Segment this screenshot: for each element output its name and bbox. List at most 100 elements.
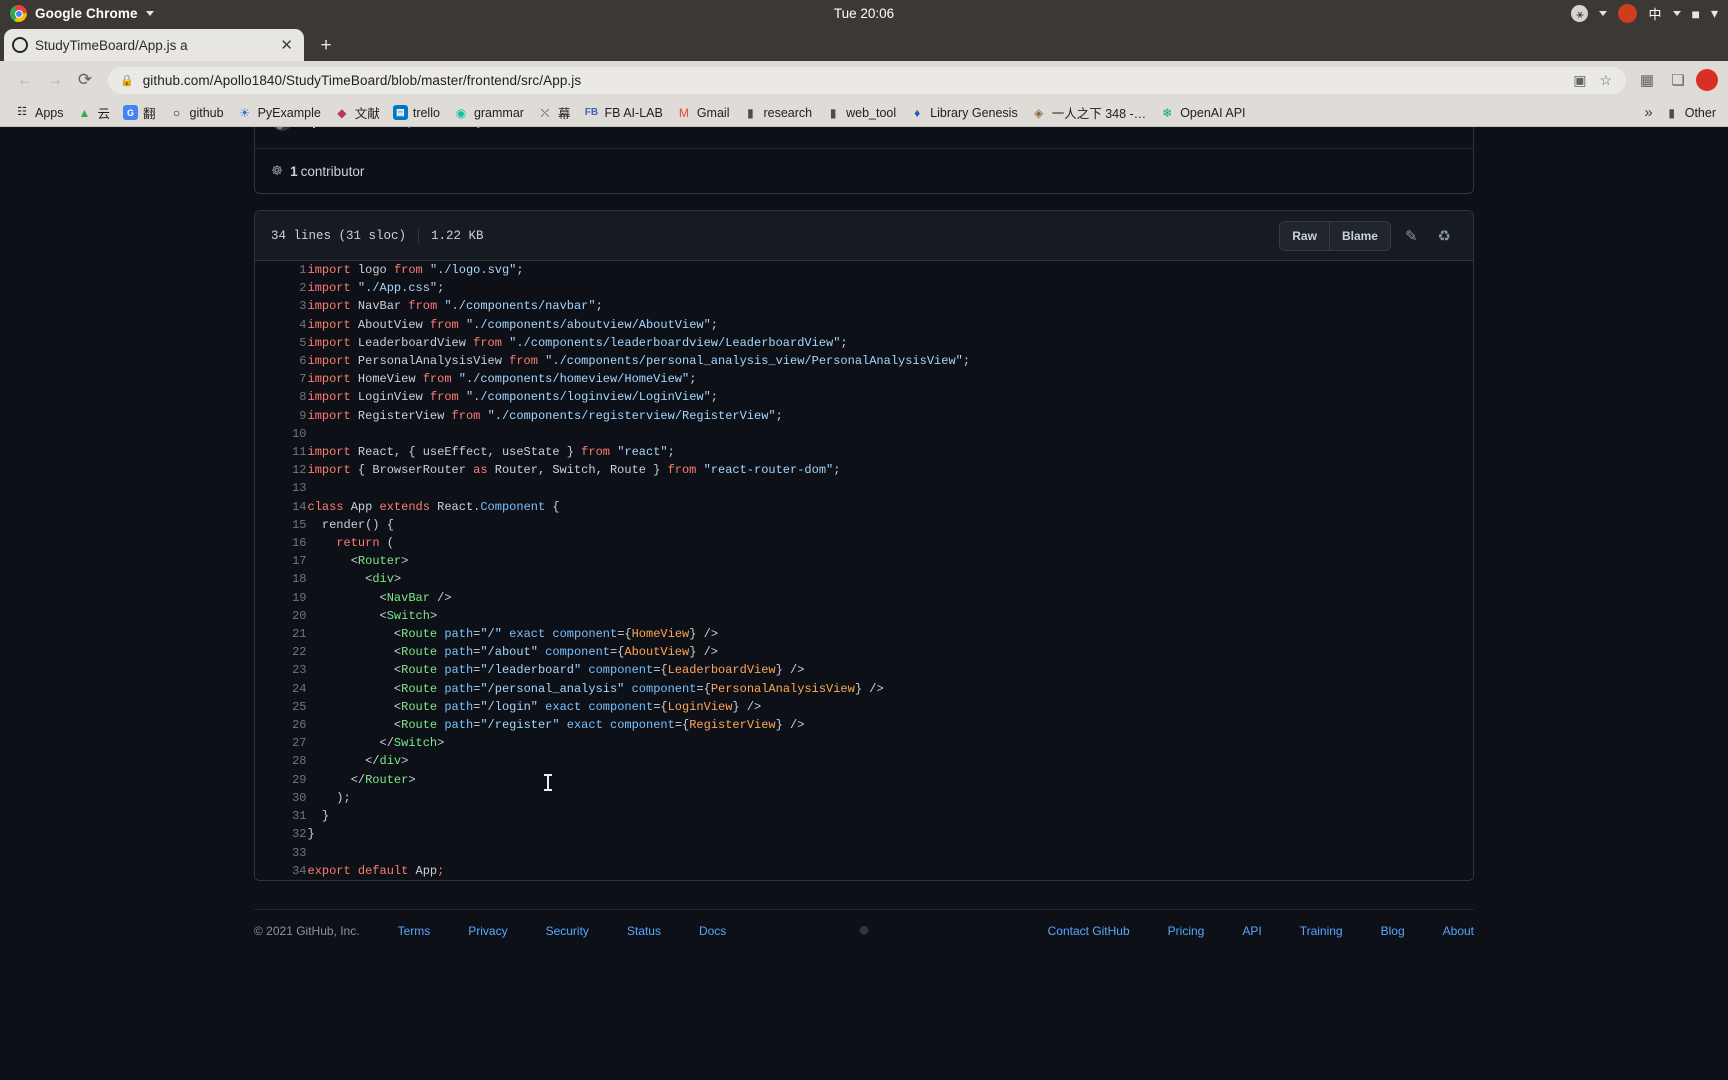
code-line-content[interactable] [307,425,1473,443]
footer-link-privacy[interactable]: Privacy [468,924,507,938]
accessibility-icon[interactable]: ⚹ [1571,5,1589,22]
footer-link-training[interactable]: Training [1300,924,1343,938]
bookmark-library-genesis[interactable]: ♦ Library Genesis [903,102,1024,124]
code-line-content[interactable]: <div> [307,570,1473,588]
footer-link-api[interactable]: API [1242,924,1261,938]
line-number[interactable]: 2 [255,279,307,297]
code-line-content[interactable]: import { BrowserRouter as Router, Switch… [307,461,1473,479]
line-number[interactable]: 27 [255,734,307,752]
avatar[interactable] [1696,69,1718,91]
chevron-down-icon[interactable] [1599,11,1608,16]
code-line-content[interactable]: </Switch> [307,734,1473,752]
other-bookmarks-button[interactable]: ▮ Other [1660,102,1720,124]
new-tab-button[interactable]: + [312,31,340,59]
footer-link-pricing[interactable]: Pricing [1168,924,1205,938]
code-line-content[interactable]: import HomeView from "./components/homev… [307,370,1473,388]
footer-link-security[interactable]: Security [546,924,589,938]
line-number[interactable]: 7 [255,370,307,388]
avatar[interactable] [271,127,293,131]
code-line-content[interactable]: import logo from "./logo.svg"; [307,261,1473,279]
back-button[interactable]: ← [10,65,40,95]
bookmark-research[interactable]: ▮ research [736,102,818,124]
footer-link-blog[interactable]: Blog [1381,924,1405,938]
footer-link-terms[interactable]: Terms [398,924,431,938]
code-line-content[interactable]: import LeaderboardView from "./component… [307,334,1473,352]
code-line-content[interactable]: import "./App.css"; [307,279,1473,297]
chevron-down-icon[interactable] [145,11,154,16]
line-number[interactable]: 17 [255,552,307,570]
close-icon[interactable]: ✕ [277,38,296,53]
line-number[interactable]: 30 [255,789,307,807]
code-line-content[interactable]: import RegisterView from "./components/r… [307,407,1473,425]
code-line-content[interactable]: <Router> [307,552,1473,570]
code-line-content[interactable]: <Route path="/register" exact component=… [307,716,1473,734]
bookmark-grammar[interactable]: ◉ grammar [447,102,530,124]
line-number[interactable]: 6 [255,352,307,370]
line-number[interactable]: 12 [255,461,307,479]
line-number[interactable]: 22 [255,643,307,661]
trash-icon[interactable]: ♻ [1432,224,1457,248]
chevron-down-icon[interactable] [1672,11,1681,16]
address-bar[interactable]: 🔒 github.com/Apollo1840/StudyTimeBoard/b… [108,66,1626,94]
bookmark-pyexample[interactable]: ☀ PyExample [231,102,327,124]
bookmark-literature[interactable]: ◆ 文献 [328,100,386,125]
code-line-content[interactable]: } [307,807,1473,825]
commit-author[interactable]: Apollo1840 [302,127,377,128]
code-line-content[interactable]: </Router> [307,771,1473,789]
code-line-content[interactable]: import LoginView from "./components/logi… [307,388,1473,406]
line-number[interactable]: 26 [255,716,307,734]
bookmark-subtitle[interactable]: ⛌ 幕 [531,100,577,125]
code-line-content[interactable]: return ( [307,534,1473,552]
contributors-row[interactable]: ☸ 1 contributor [255,148,1473,193]
bookmark-web-tool[interactable]: ▮ web_tool [819,102,902,124]
code-line-content[interactable]: class App extends React.Component { [307,498,1473,516]
bookmark-translate[interactable]: G 翻 [117,100,162,125]
code-line-content[interactable]: </div> [307,752,1473,770]
media-icon[interactable]: ▦ [1634,67,1660,93]
code-line-content[interactable]: import AboutView from "./components/abou… [307,316,1473,334]
line-number[interactable]: 5 [255,334,307,352]
commit-message[interactable]: init personanalysis view [386,127,533,128]
blame-button[interactable]: Blame [1328,221,1390,250]
forward-button[interactable]: → [40,65,70,95]
bookmark-comic[interactable]: ◈ 一人之下 348 -… [1025,100,1152,125]
line-number[interactable]: 9 [255,407,307,425]
line-number[interactable]: 11 [255,443,307,461]
line-number[interactable]: 8 [255,388,307,406]
line-number[interactable]: 20 [255,607,307,625]
line-number[interactable]: 19 [255,589,307,607]
line-number[interactable]: 29 [255,771,307,789]
bookmark-apps[interactable]: ☷ Apps [8,102,70,124]
power-icon[interactable]: ▾ [1711,5,1718,22]
browser-tab[interactable]: StudyTimeBoard/App.js a ✕ [4,29,304,61]
line-number[interactable]: 28 [255,752,307,770]
line-number[interactable]: 10 [255,425,307,443]
code-line-content[interactable]: <Route path="/" exact component={HomeVie… [307,625,1473,643]
notification-dot-icon[interactable] [1618,4,1638,23]
line-number[interactable]: 34 [255,862,307,880]
line-number[interactable]: 3 [255,297,307,315]
code-line-content[interactable]: <NavBar /> [307,589,1473,607]
code-line-content[interactable]: <Route path="/personal_analysis" compone… [307,680,1473,698]
code-line-content[interactable]: import PersonalAnalysisView from "./comp… [307,352,1473,370]
footer-link-docs[interactable]: Docs [699,924,726,938]
bookmark-github[interactable]: ○ github [163,102,230,124]
code-line-content[interactable]: <Route path="/leaderboard" component={Le… [307,661,1473,679]
bookmark-drive[interactable]: ▲ 云 [71,100,117,125]
line-number[interactable]: 31 [255,807,307,825]
line-number[interactable]: 1 [255,261,307,279]
code-line-content[interactable]: <Switch> [307,607,1473,625]
footer-link-about[interactable]: About [1443,924,1474,938]
line-number[interactable]: 24 [255,680,307,698]
ime-indicator[interactable]: 中 [1648,4,1661,23]
code-line-content[interactable]: import React, { useEffect, useState } fr… [307,443,1473,461]
line-number[interactable]: 21 [255,625,307,643]
translate-icon[interactable]: ▣ [1571,72,1588,89]
line-number[interactable]: 25 [255,698,307,716]
line-number[interactable]: 32 [255,825,307,843]
code-line-content[interactable]: export default App; [307,862,1473,880]
line-number[interactable]: 14 [255,498,307,516]
line-number[interactable]: 13 [255,479,307,497]
bookmarks-overflow-button[interactable]: » [1638,102,1658,123]
reload-button[interactable]: ⟳ [70,65,100,95]
